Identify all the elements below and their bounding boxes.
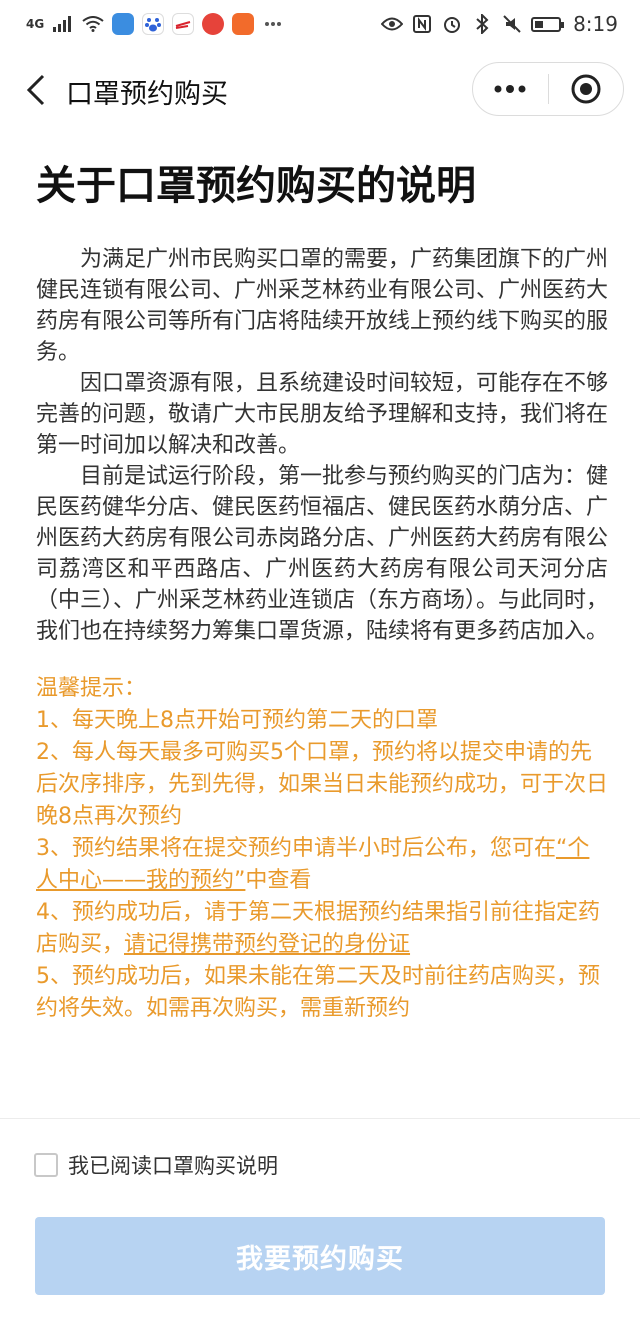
notice-item-2: 2、每人每天最多可购买5个口罩，预约将以提交申请的先后次序排序，先到先得，如果当… bbox=[36, 740, 609, 829]
sina-app-icon bbox=[172, 13, 195, 35]
orange-app-icon bbox=[232, 13, 255, 35]
notice-item-3-suffix: 中查看 bbox=[245, 868, 312, 893]
agreement-row[interactable]: 我已阅读口罩购买说明 bbox=[34, 1150, 278, 1180]
status-bar: 4G 8:19 bbox=[0, 0, 640, 48]
document-content: 关于口罩预约购买的说明 为满足广州市民购买口罩的需要，广药集团旗下的广州健民连锁… bbox=[36, 156, 608, 1025]
more-dots-icon bbox=[494, 85, 526, 93]
document-title: 关于口罩预约购买的说明 bbox=[36, 163, 476, 209]
eye-icon bbox=[381, 13, 404, 35]
chevron-left-icon bbox=[26, 74, 45, 106]
clock: 8:19 bbox=[573, 12, 618, 36]
red-app-icon bbox=[202, 13, 225, 35]
notice-item-1: 1、每天晚上8点开始可预约第二天的口罩 bbox=[36, 708, 438, 733]
shield-app-icon bbox=[112, 13, 135, 35]
battery-icon bbox=[531, 16, 565, 32]
status-bar-left: 4G bbox=[26, 13, 284, 35]
agreement-checkbox[interactable] bbox=[34, 1153, 58, 1177]
more-menu-button[interactable] bbox=[473, 63, 548, 115]
wifi-icon bbox=[82, 13, 104, 35]
reserve-purchase-button[interactable]: 我要预约购买 bbox=[35, 1217, 605, 1295]
baidu-app-icon bbox=[142, 13, 165, 35]
notice-heading: 温馨提示： bbox=[36, 676, 147, 701]
target-circle-icon bbox=[571, 74, 601, 104]
notice-item-5: 5、预约成功后，如果未能在第二天及时前往药店购买，预约将失效。如需再次购买，需重… bbox=[36, 964, 600, 1021]
notice-item-4: 4、预约成功后，请于第二天根据预约结果指引前往指定药店购买，请记得携带预约登记的… bbox=[36, 897, 608, 961]
paragraph-3: 目前是试运行阶段，第一批参与预约购买的门店为：健民医药健华分店、健民医药恒福店、… bbox=[36, 464, 609, 644]
nfc-icon bbox=[411, 13, 433, 35]
navigation-bar: 口罩预约购买 bbox=[0, 56, 640, 122]
page-title: 口罩预约购买 bbox=[66, 79, 228, 110]
back-button[interactable] bbox=[16, 68, 56, 112]
network-type: 4G bbox=[26, 17, 45, 31]
paragraph-2: 因口罩资源有限，且系统建设时间较短，可能存在不够完善的问题，敬请广大市民朋友给予… bbox=[36, 371, 609, 458]
alarm-icon bbox=[441, 13, 463, 35]
signal-icon bbox=[52, 13, 74, 35]
mute-icon bbox=[501, 13, 523, 35]
notice-section: 温馨提示： 1、每天晚上8点开始可预约第二天的口罩 2、每人每天最多可购买5个口… bbox=[36, 673, 608, 1025]
notice-item-3: 3、预约结果将在提交预约申请半小时后公布，您可在“个人中心——我的预约”中查看 bbox=[36, 833, 608, 897]
mini-program-capsule bbox=[472, 62, 624, 116]
close-mini-program-button[interactable] bbox=[549, 63, 624, 115]
more-dots-icon bbox=[262, 13, 284, 35]
notice-item-3-text: 3、预约结果将在提交预约申请半小时后公布，您可在 bbox=[36, 836, 556, 861]
id-card-reminder: 请记得携带预约登记的身份证 bbox=[124, 932, 411, 957]
paragraph-1: 为满足广州市民购买口罩的需要，广药集团旗下的广州健民连锁有限公司、广州采芝林药业… bbox=[36, 247, 609, 365]
agreement-label[interactable]: 我已阅读口罩购买说明 bbox=[68, 1150, 278, 1180]
bottom-divider bbox=[0, 1118, 640, 1119]
bluetooth-icon bbox=[471, 13, 493, 35]
status-bar-right: 8:19 bbox=[381, 12, 618, 36]
